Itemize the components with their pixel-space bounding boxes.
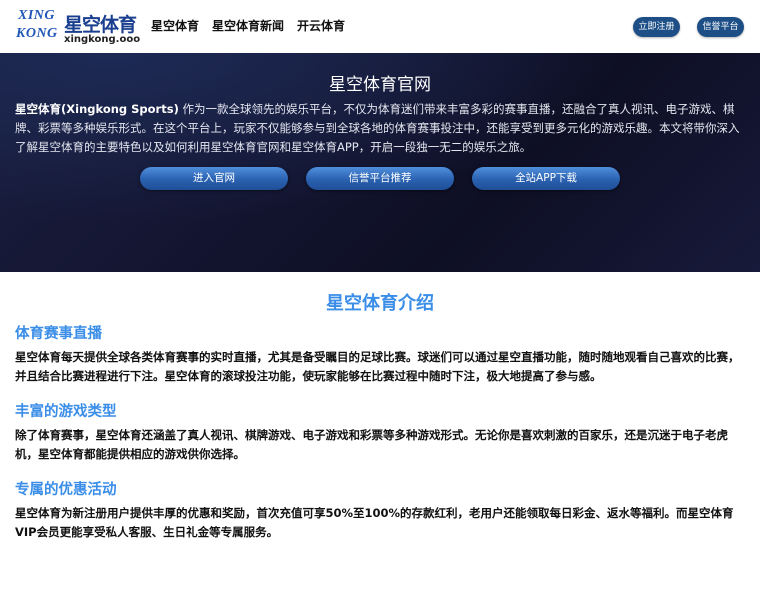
nav-item-news[interactable]: 星空体育新闻: [212, 17, 284, 34]
nav-item-xingkong[interactable]: 星空体育: [151, 17, 199, 34]
section-heading-promotions: 专属的优惠活动: [15, 482, 117, 498]
register-button[interactable]: 立即注册: [633, 17, 680, 37]
hero-intro: 星空体育(Xingkong Sports) 作为一款全球领先的娱乐平台，不仅为体…: [15, 100, 743, 157]
enter-site-button[interactable]: 进入官网: [140, 167, 288, 190]
logo-mark-line2: KONG: [16, 26, 58, 41]
logo-name: 星空体育: [64, 14, 137, 36]
section-text-promotions: 星空体育为新注册用户提供丰厚的优惠和奖励，首次充值可享50%至100%的存款红利…: [15, 506, 734, 539]
section-heading-games: 丰富的游戏类型: [15, 404, 117, 420]
section-text-games: 除了体育赛事，星空体育还涵盖了真人视讯、棋牌游戏、电子游戏和彩票等多种游戏形式。…: [15, 428, 728, 461]
main-nav: 星空体育 星空体育新闻 开云体育: [151, 17, 358, 34]
hero-banner: 星空体育官网 星空体育(Xingkong Sports) 作为一款全球领先的娱乐…: [0, 53, 760, 272]
logo-domain: xingkong.ooo: [64, 34, 141, 45]
site-header: XING KONG 星空体育 xingkong.ooo 星空体育 星空体育新闻 …: [0, 0, 760, 53]
site-logo[interactable]: XING KONG 星空体育 xingkong.ooo: [16, 8, 140, 46]
section-text-live: 星空体育每天提供全球各类体育赛事的实时直播，尤其是备受瞩目的足球比赛。球迷们可以…: [15, 350, 740, 383]
section-heading-live: 体育赛事直播: [15, 326, 102, 342]
hero-title: 星空体育官网: [329, 75, 431, 95]
trusted-recommend-button[interactable]: 信誉平台推荐: [306, 167, 454, 190]
section-title: 星空体育介绍: [326, 293, 434, 314]
hero-intro-brand: 星空体育(Xingkong Sports): [15, 102, 179, 116]
trusted-platform-button[interactable]: 信誉平台: [697, 17, 744, 37]
app-download-button[interactable]: 全站APP下载: [472, 167, 620, 190]
nav-item-kaiyun[interactable]: 开云体育: [297, 17, 345, 34]
logo-mark-line1: XING: [18, 8, 56, 23]
logo-mark: XING KONG: [16, 8, 62, 46]
